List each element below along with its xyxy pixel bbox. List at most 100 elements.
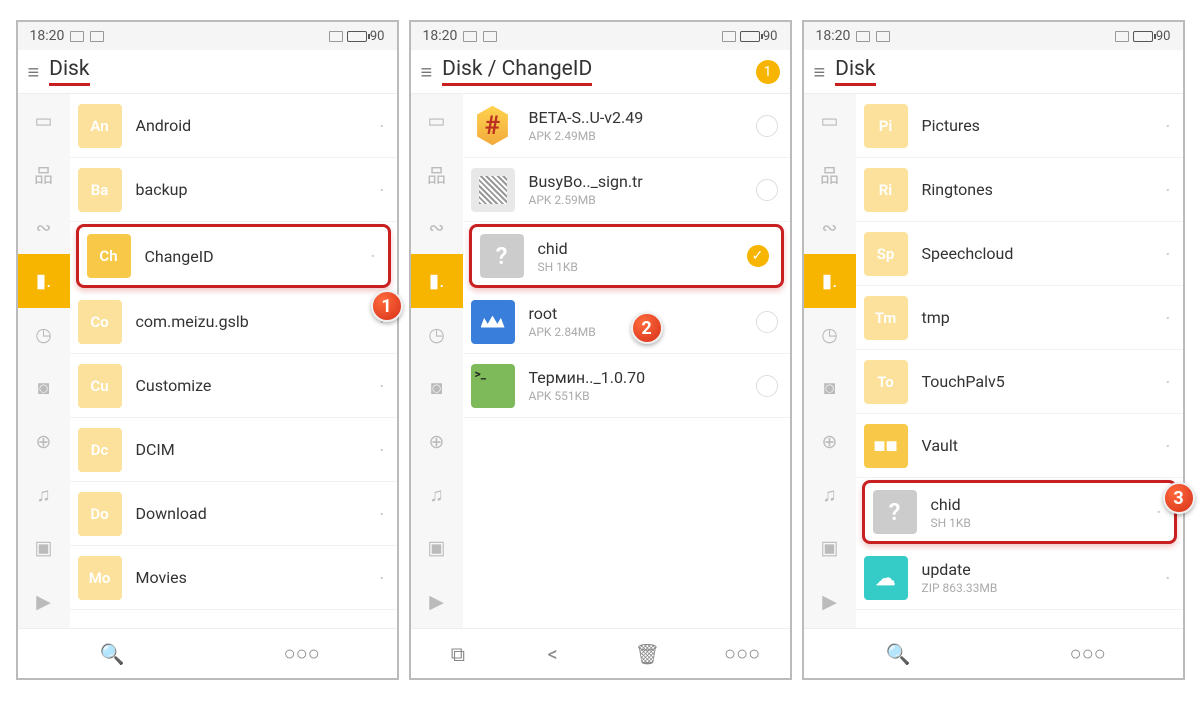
list-item[interactable]: Термин.._1.0.70APK 551KB bbox=[463, 354, 790, 418]
item-menu-dot[interactable]: · bbox=[1165, 566, 1170, 590]
sidebar-download[interactable]: ⊕ bbox=[18, 414, 70, 467]
sidebar-music[interactable]: ♫ bbox=[411, 468, 463, 521]
item-subtext: SH 1KB bbox=[538, 260, 747, 274]
item-menu-dot[interactable]: · bbox=[379, 178, 384, 202]
header: ≡ Disk bbox=[804, 50, 1183, 94]
item-menu-dot[interactable]: · bbox=[379, 566, 384, 590]
select-circle[interactable] bbox=[756, 115, 778, 137]
select-circle[interactable] bbox=[756, 375, 778, 397]
item-thumb: To bbox=[864, 360, 908, 404]
search-button[interactable]: 🔍 bbox=[804, 629, 994, 678]
list-item[interactable]: DcDCIM· bbox=[70, 418, 397, 482]
item-thumb: ■■ bbox=[864, 424, 908, 468]
panel-3: 18:20 90 ≡ Disk ▭ 品 ∾ ▮. ◷ ◙ ⊕ ♫ ▣ ▶ PiP… bbox=[802, 20, 1185, 680]
sidebar-storage[interactable]: ▭ bbox=[18, 94, 70, 147]
list-item[interactable]: #BETA-S..U-v2.49APK 2.49MB bbox=[463, 94, 790, 158]
list-item[interactable]: DoDownload· bbox=[70, 482, 397, 546]
header: ≡ Disk bbox=[18, 50, 397, 94]
list-item[interactable]: Babackup· bbox=[70, 158, 397, 222]
item-menu-dot[interactable]: · bbox=[1165, 178, 1170, 202]
list-item[interactable]: BusyBo.._sign.trAPK 2.59MB bbox=[463, 158, 790, 222]
paste-button[interactable]: ⧉ bbox=[411, 629, 506, 678]
file-list[interactable]: AnAndroid·Babackup·ChChangeID·Cocom.meiz… bbox=[70, 94, 397, 628]
sidebar-video[interactable]: ▶ bbox=[18, 575, 70, 628]
list-item[interactable]: AnAndroid· bbox=[70, 94, 397, 158]
sidebar-storage[interactable]: ▭ bbox=[804, 94, 856, 147]
sidebar-music[interactable]: ♫ bbox=[804, 468, 856, 521]
file-list[interactable]: #BETA-S..U-v2.49APK 2.49MBBusyBo.._sign.… bbox=[463, 94, 790, 628]
sidebar-images[interactable]: ▣ bbox=[18, 521, 70, 574]
item-menu-dot[interactable]: · bbox=[379, 114, 384, 138]
status-bar: 18:20 90 bbox=[411, 22, 790, 50]
item-name: com.meizu.gslb bbox=[136, 312, 372, 331]
sidebar-local[interactable]: ▮. bbox=[411, 254, 463, 307]
sidebar-local[interactable]: ▮. bbox=[18, 254, 70, 307]
list-item[interactable]: MoMovies· bbox=[70, 546, 397, 610]
list-item[interactable]: Cocom.meizu.gslb· bbox=[70, 290, 397, 354]
item-menu-dot[interactable]: · bbox=[379, 438, 384, 462]
list-item[interactable]: rootAPK 2.84MB bbox=[463, 290, 790, 354]
list-item[interactable]: CuCustomize· bbox=[70, 354, 397, 418]
select-circle[interactable] bbox=[747, 245, 769, 267]
select-circle[interactable] bbox=[756, 311, 778, 333]
sidebar-images[interactable]: ▣ bbox=[411, 521, 463, 574]
sidebar-camera[interactable]: ◙ bbox=[18, 361, 70, 414]
sidebar-camera[interactable]: ◙ bbox=[804, 361, 856, 414]
sidebar-video[interactable]: ▶ bbox=[411, 575, 463, 628]
bottom-bar: 🔍 ○○○ bbox=[804, 628, 1183, 678]
list-item[interactable]: SpSpeechcloud· bbox=[856, 222, 1183, 286]
item-menu-dot[interactable]: · bbox=[1156, 500, 1161, 524]
sidebar-recent[interactable]: ◷ bbox=[18, 308, 70, 361]
more-button[interactable]: ○○○ bbox=[993, 629, 1183, 678]
hamburger-icon[interactable]: ≡ bbox=[421, 62, 433, 82]
bottom-bar: ⧉ < 🗑 ○○○ bbox=[411, 628, 790, 678]
sidebar-storage[interactable]: ▭ bbox=[411, 94, 463, 147]
item-menu-dot[interactable]: · bbox=[1165, 114, 1170, 138]
item-info: updateZIP 863.33MB bbox=[922, 560, 1158, 595]
sidebar-network[interactable]: 品 bbox=[411, 147, 463, 200]
mms-icon bbox=[463, 31, 477, 42]
more-button[interactable]: ○○○ bbox=[207, 629, 397, 678]
item-menu-dot[interactable]: · bbox=[370, 244, 375, 268]
sidebar-video[interactable]: ▶ bbox=[804, 575, 856, 628]
sidebar-network[interactable]: 品 bbox=[18, 147, 70, 200]
sidebar-cloud[interactable]: ∾ bbox=[411, 201, 463, 254]
list-item[interactable]: Tmtmp· bbox=[856, 286, 1183, 350]
item-menu-dot[interactable]: · bbox=[1165, 242, 1170, 266]
item-info: TouchPalv5 bbox=[922, 372, 1158, 391]
list-item[interactable]: ?chidSH 1KB bbox=[469, 224, 784, 288]
sidebar-download[interactable]: ⊕ bbox=[804, 414, 856, 467]
item-menu-dot[interactable]: · bbox=[379, 374, 384, 398]
list-item[interactable]: ?chidSH 1KB· bbox=[862, 480, 1177, 544]
sidebar-cloud[interactable]: ∾ bbox=[18, 201, 70, 254]
file-list[interactable]: PiPictures·RiRingtones·SpSpeechcloud·Tmt… bbox=[856, 94, 1183, 628]
item-menu-dot[interactable]: · bbox=[379, 502, 384, 526]
search-button[interactable]: 🔍 bbox=[18, 629, 208, 678]
item-menu-dot[interactable]: · bbox=[1165, 434, 1170, 458]
list-item[interactable]: ☁updateZIP 863.33MB· bbox=[856, 546, 1183, 610]
sidebar-cloud[interactable]: ∾ bbox=[804, 201, 856, 254]
list-item[interactable]: To TouchPalv5 · bbox=[856, 350, 1183, 414]
share-button[interactable]: < bbox=[505, 629, 600, 678]
list-item[interactable]: RiRingtones· bbox=[856, 158, 1183, 222]
item-thumb bbox=[471, 300, 515, 344]
sidebar-images[interactable]: ▣ bbox=[804, 521, 856, 574]
sidebar-recent[interactable]: ◷ bbox=[804, 308, 856, 361]
delete-button[interactable]: 🗑 bbox=[600, 629, 695, 678]
sidebar-camera[interactable]: ◙ bbox=[411, 361, 463, 414]
sidebar-network[interactable]: 品 bbox=[804, 147, 856, 200]
sidebar-local[interactable]: ▮. bbox=[804, 254, 856, 307]
sidebar-download[interactable]: ⊕ bbox=[411, 414, 463, 467]
sidebar-recent[interactable]: ◷ bbox=[411, 308, 463, 361]
more-button[interactable]: ○○○ bbox=[695, 629, 790, 678]
hamburger-icon[interactable]: ≡ bbox=[814, 62, 826, 82]
item-menu-dot[interactable]: · bbox=[1165, 370, 1170, 394]
battery-icon bbox=[347, 31, 367, 42]
item-menu-dot[interactable]: · bbox=[1165, 306, 1170, 330]
select-circle[interactable] bbox=[756, 179, 778, 201]
sidebar-music[interactable]: ♫ bbox=[18, 468, 70, 521]
list-item[interactable]: ChChangeID· bbox=[76, 224, 391, 288]
list-item[interactable]: ■■Vault· bbox=[856, 414, 1183, 478]
hamburger-icon[interactable]: ≡ bbox=[28, 62, 40, 82]
list-item[interactable]: PiPictures· bbox=[856, 94, 1183, 158]
